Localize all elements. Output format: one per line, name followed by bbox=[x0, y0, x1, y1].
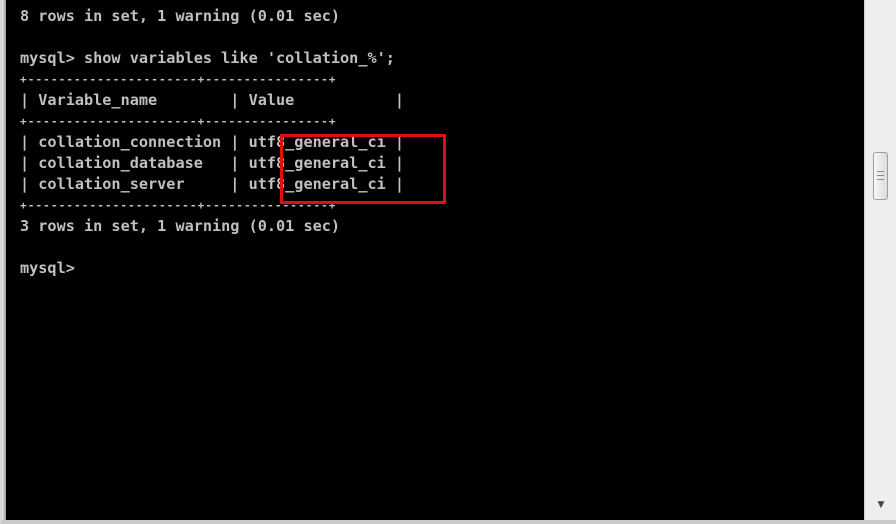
table-separator-line: +----------------------+----------------… bbox=[20, 115, 337, 128]
grip-icon bbox=[877, 171, 884, 180]
console-line: 8 rows in set, 1 warning (0.01 sec) bbox=[20, 7, 341, 25]
console-output[interactable]: 8 rows in set, 1 warning (0.01 sec) mysql… bbox=[20, 6, 858, 514]
vertical-scrollbar[interactable]: ▼ bbox=[864, 0, 896, 520]
down-arrow-icon[interactable]: ▼ bbox=[874, 498, 888, 512]
table-separator-line: +----------------------+----------------… bbox=[20, 199, 337, 212]
console-line: | Variable_name | Value | bbox=[20, 91, 405, 109]
console-window: 8 rows in set, 1 warning (0.01 sec) mysql… bbox=[0, 0, 896, 524]
console-line: | collation_connection | utf8_general_ci… bbox=[20, 133, 405, 151]
scroll-thumb[interactable] bbox=[873, 152, 888, 200]
console-line: mysql> bbox=[20, 259, 75, 277]
console-line: 3 rows in set, 1 warning (0.01 sec) bbox=[20, 217, 341, 235]
console-line: | collation_database | utf8_general_ci | bbox=[20, 154, 405, 172]
console-line: | collation_server | utf8_general_ci | bbox=[20, 175, 405, 193]
console-line: mysql> show variables like 'collation_%'… bbox=[20, 49, 395, 67]
table-separator-line: +----------------------+----------------… bbox=[20, 73, 337, 86]
